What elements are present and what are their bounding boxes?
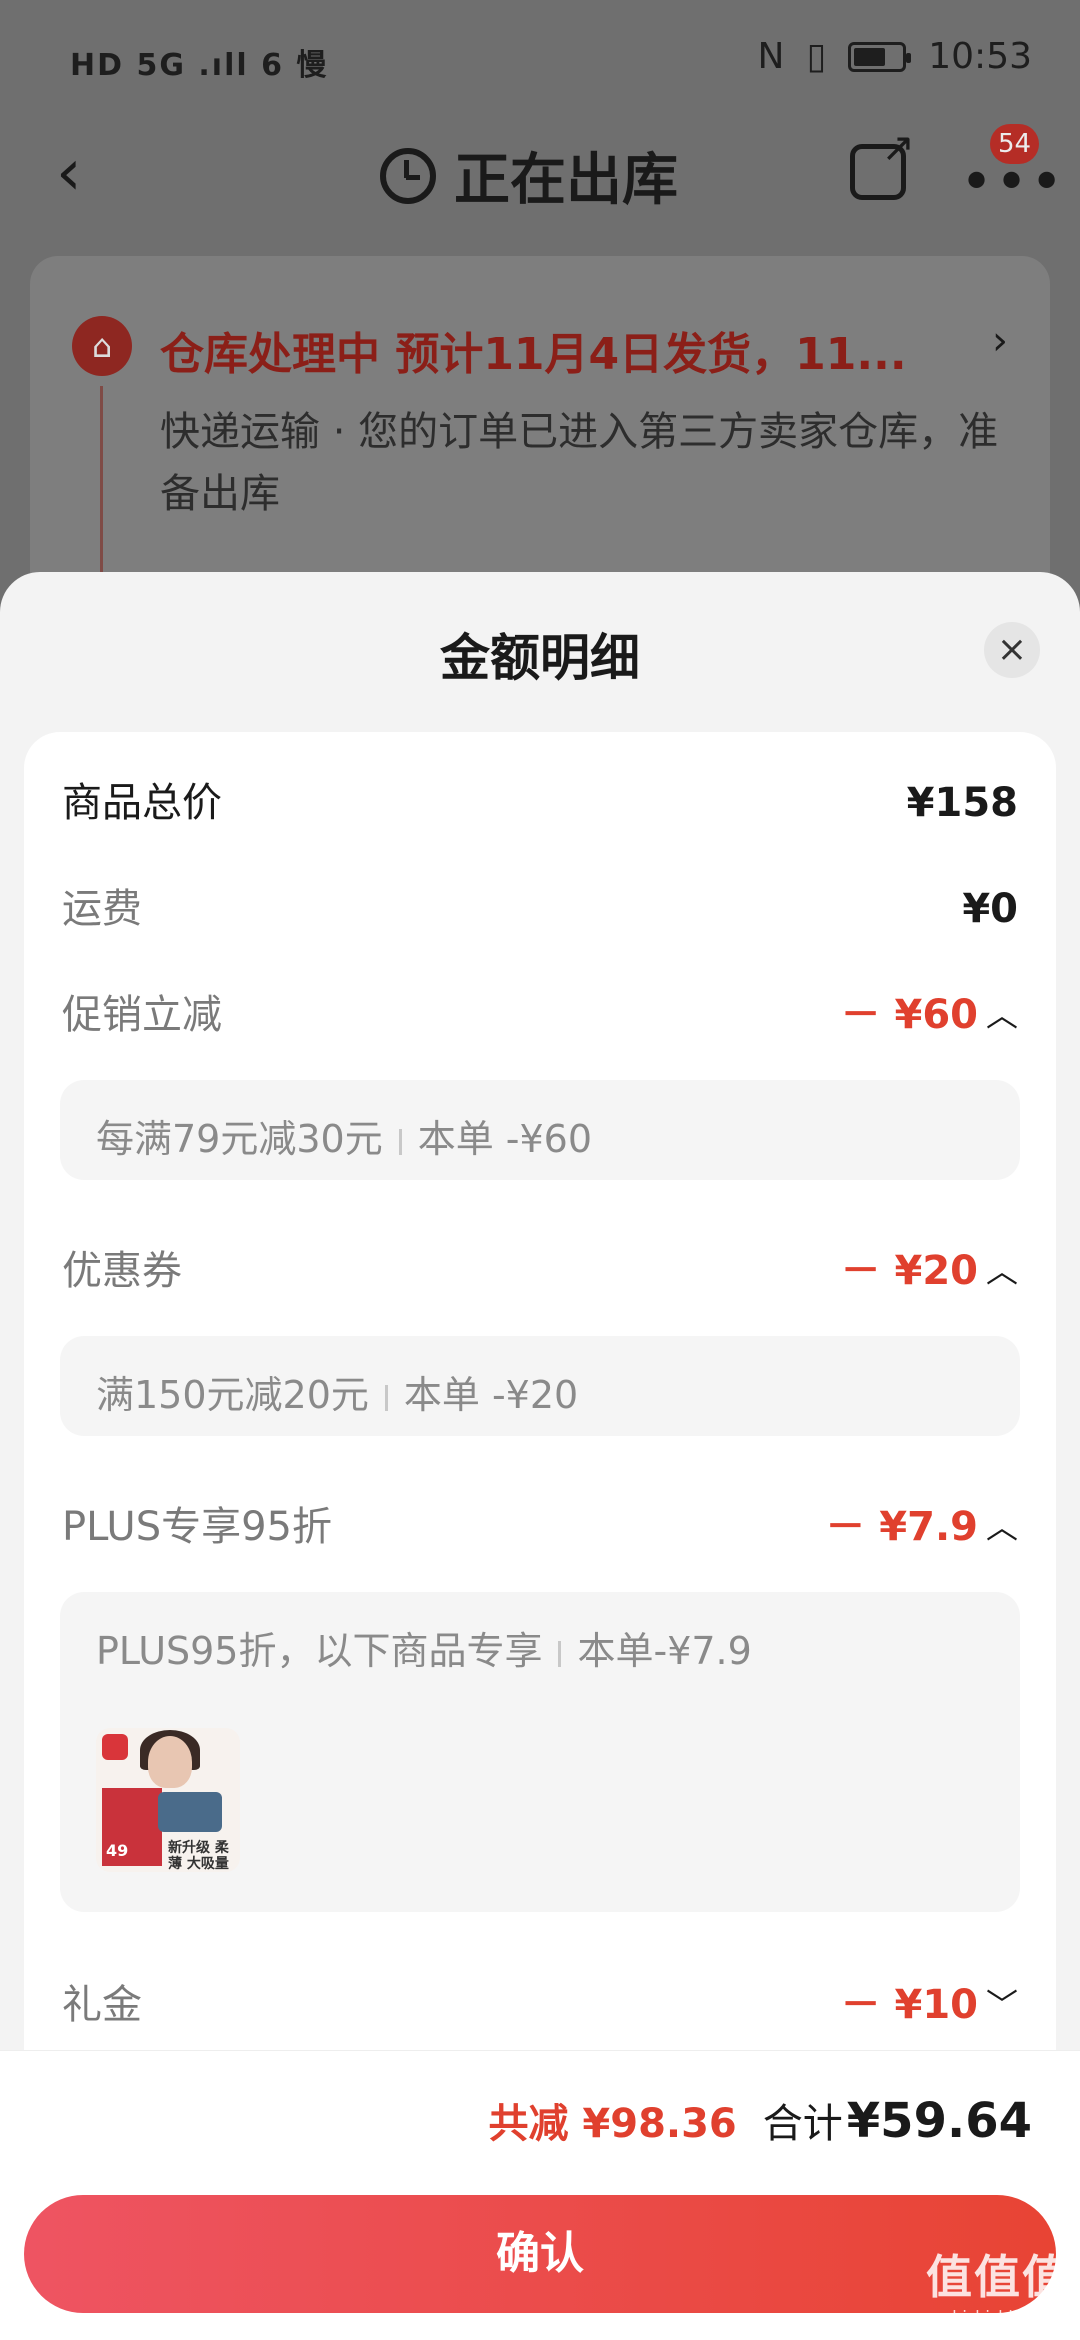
amount-detail-sheet: 金额明细 × 商品总价 ¥158 运费 ¥0 促销立减 － ¥60 ︿ 每满79… (0, 572, 1080, 2340)
clock-icon (380, 147, 436, 204)
back-button[interactable]: ‹ (56, 138, 116, 208)
nav-bar: ‹ 正在出库 ••• 54 (0, 120, 1080, 230)
nfc-icon: N (757, 36, 785, 77)
divider (384, 1384, 388, 1411)
promo-order-amount: 本单 -¥60 (417, 1117, 593, 1161)
promo-rule: 每满79元减30元 (96, 1117, 383, 1161)
coupon-rule: 满150元减20元 (96, 1373, 369, 1417)
coupon-value: － ¥20 (840, 1248, 978, 1294)
plus-detail-box: PLUS95折，以下商品专享 本单-¥7.9 49 新升级 柔薄 大吸量 (60, 1592, 1020, 1912)
price-panel: 49 (102, 1788, 162, 1866)
product-thumbnail[interactable]: 49 新升级 柔薄 大吸量 (96, 1728, 240, 1872)
coupon-detail-line: 满150元减20元 本单 -¥20 (96, 1364, 578, 1419)
plus-detail-line: PLUS95折，以下商品专享 本单-¥7.9 (96, 1620, 752, 1675)
chevron-up-icon[interactable]: ︿ (986, 980, 1018, 1050)
signal-indicators: HD 5G .ıll 6 慢 (70, 48, 329, 83)
sheet-footer: 共减 ¥98.36 合计 ¥59.64 确认 (0, 2050, 1080, 2340)
watermark-logo: 值值值 (926, 2250, 1070, 2304)
clock-time: 10:53 (928, 36, 1032, 77)
vibrate-icon: ▯ (806, 36, 827, 77)
total-label: 合计 (762, 2101, 843, 2147)
gift-label: 礼金 (62, 1982, 142, 2028)
plus-value: － ¥7.9 (825, 1504, 978, 1550)
sheet-title: 金额明细 (440, 629, 640, 687)
shipping-value: ¥0 (962, 886, 1018, 932)
plus-rule: PLUS95折，以下商品专享 (96, 1629, 543, 1673)
confirm-button[interactable]: 确认 (24, 2195, 1056, 2313)
coupon-label: 优惠券 (62, 1248, 182, 1294)
subtotal-value: ¥158 (906, 780, 1018, 826)
thumb-tagline: 新升级 柔薄 大吸量 (168, 1840, 229, 1872)
row-coupon[interactable]: 优惠券 － ¥20 ︿ (62, 1236, 1018, 1306)
watermark: 值值值 zhizhizhi.com (926, 2241, 1070, 2326)
coupon-order-amount: 本单 -¥20 (403, 1373, 579, 1417)
row-subtotal: 商品总价 ¥158 (62, 768, 1018, 838)
chevron-down-icon[interactable]: ﹀ (986, 1970, 1018, 2040)
plus-label: PLUS专享95折 (62, 1504, 332, 1550)
page-title-text: 正在出库 (454, 148, 678, 213)
total-value: ¥59.64 (846, 2093, 1032, 2149)
watermark-url: zhizhizhi.com (943, 2307, 1053, 2326)
total-summary: 共减 ¥98.36 合计 ¥59.64 (488, 2091, 1032, 2149)
row-shipping: 运费 ¥0 (62, 874, 1018, 944)
order-status-description: 快递运输 · 您的订单已进入第三方卖家仓库，准备出库 (160, 409, 999, 517)
battery-icon (848, 41, 912, 72)
promo-detail-box: 每满79元减30元 本单 -¥60 (60, 1080, 1020, 1180)
share-button[interactable] (850, 125, 915, 200)
warehouse-icon: ⌂ (72, 316, 132, 376)
brand-logo (102, 1734, 128, 1760)
close-button[interactable]: × (984, 622, 1040, 678)
promo-label: 促销立减 (62, 992, 222, 1038)
divider (558, 1640, 562, 1667)
chevron-up-icon[interactable]: ︿ (986, 1492, 1018, 1562)
shipping-label: 运费 (62, 886, 142, 932)
status-bar: HD 5G .ıll 6 慢 N ▯ 10:53 (0, 0, 1080, 120)
thumb-price: 49 (106, 1841, 129, 1860)
row-gift-money[interactable]: 礼金 － ¥10 ﹀ (62, 1970, 1018, 2040)
gift-value: － ¥10 (840, 1982, 978, 2028)
divider (398, 1128, 402, 1155)
promo-value: － ¥60 (840, 992, 978, 1038)
total-saved: 共减 ¥98.36 (488, 2101, 737, 2147)
page-title: 正在出库 (380, 135, 678, 216)
row-plus-discount[interactable]: PLUS专享95折 － ¥7.9 ︿ (62, 1492, 1018, 1562)
promo-detail-line: 每满79元减30元 本单 -¥60 (96, 1108, 592, 1163)
plus-order-amount: 本单-¥7.9 (577, 1629, 752, 1673)
chevron-up-icon[interactable]: ︿ (986, 1236, 1018, 1306)
order-status-line: 仓库处理中 预计11月4日发货，11... (160, 329, 907, 380)
coupon-detail-box: 满150元减20元 本单 -¥20 (60, 1336, 1020, 1436)
message-count-badge: 54 (990, 124, 1040, 164)
row-promo[interactable]: 促销立减 － ¥60 ︿ (62, 980, 1018, 1050)
subtotal-label: 商品总价 (62, 780, 222, 826)
status-right: N ▯ 10:53 (758, 36, 1033, 77)
chevron-right-icon[interactable]: › (992, 318, 1008, 364)
